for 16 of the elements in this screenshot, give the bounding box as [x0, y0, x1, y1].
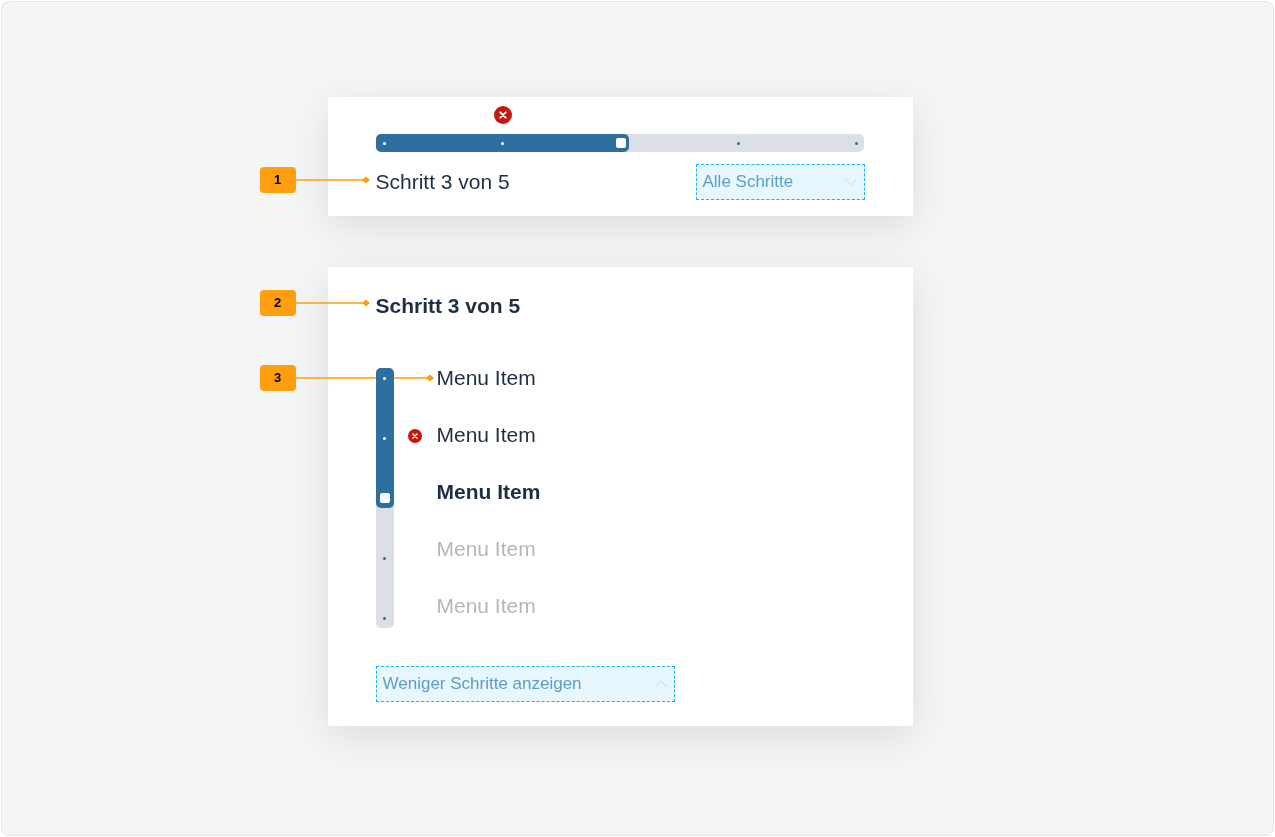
error-icon	[493, 106, 512, 124]
steps-title: Schritt 3 von 5	[375, 293, 522, 319]
annotation-badge: 1	[259, 167, 296, 193]
chevron-up-icon	[653, 680, 668, 688]
all-steps-toggle[interactable]: Alle Schritte	[695, 164, 865, 200]
step-caption: Schritt 3 von 5	[375, 169, 510, 196]
menu-item[interactable]: Menu Item	[436, 536, 536, 562]
error-icon	[408, 429, 422, 443]
menu-item[interactable]: Menu Item	[436, 593, 536, 619]
fewer-steps-toggle[interactable]: Weniger Schritte anzeigen	[375, 666, 675, 702]
chevron-down-icon	[843, 178, 858, 186]
menu-item[interactable]: Menu Item	[436, 365, 536, 391]
annotation-badge: 3	[259, 365, 296, 391]
menu-item[interactable]: Menu Item	[436, 479, 541, 505]
menu-item[interactable]: Menu Item	[436, 422, 536, 448]
annotation-badge: 2	[259, 290, 296, 316]
